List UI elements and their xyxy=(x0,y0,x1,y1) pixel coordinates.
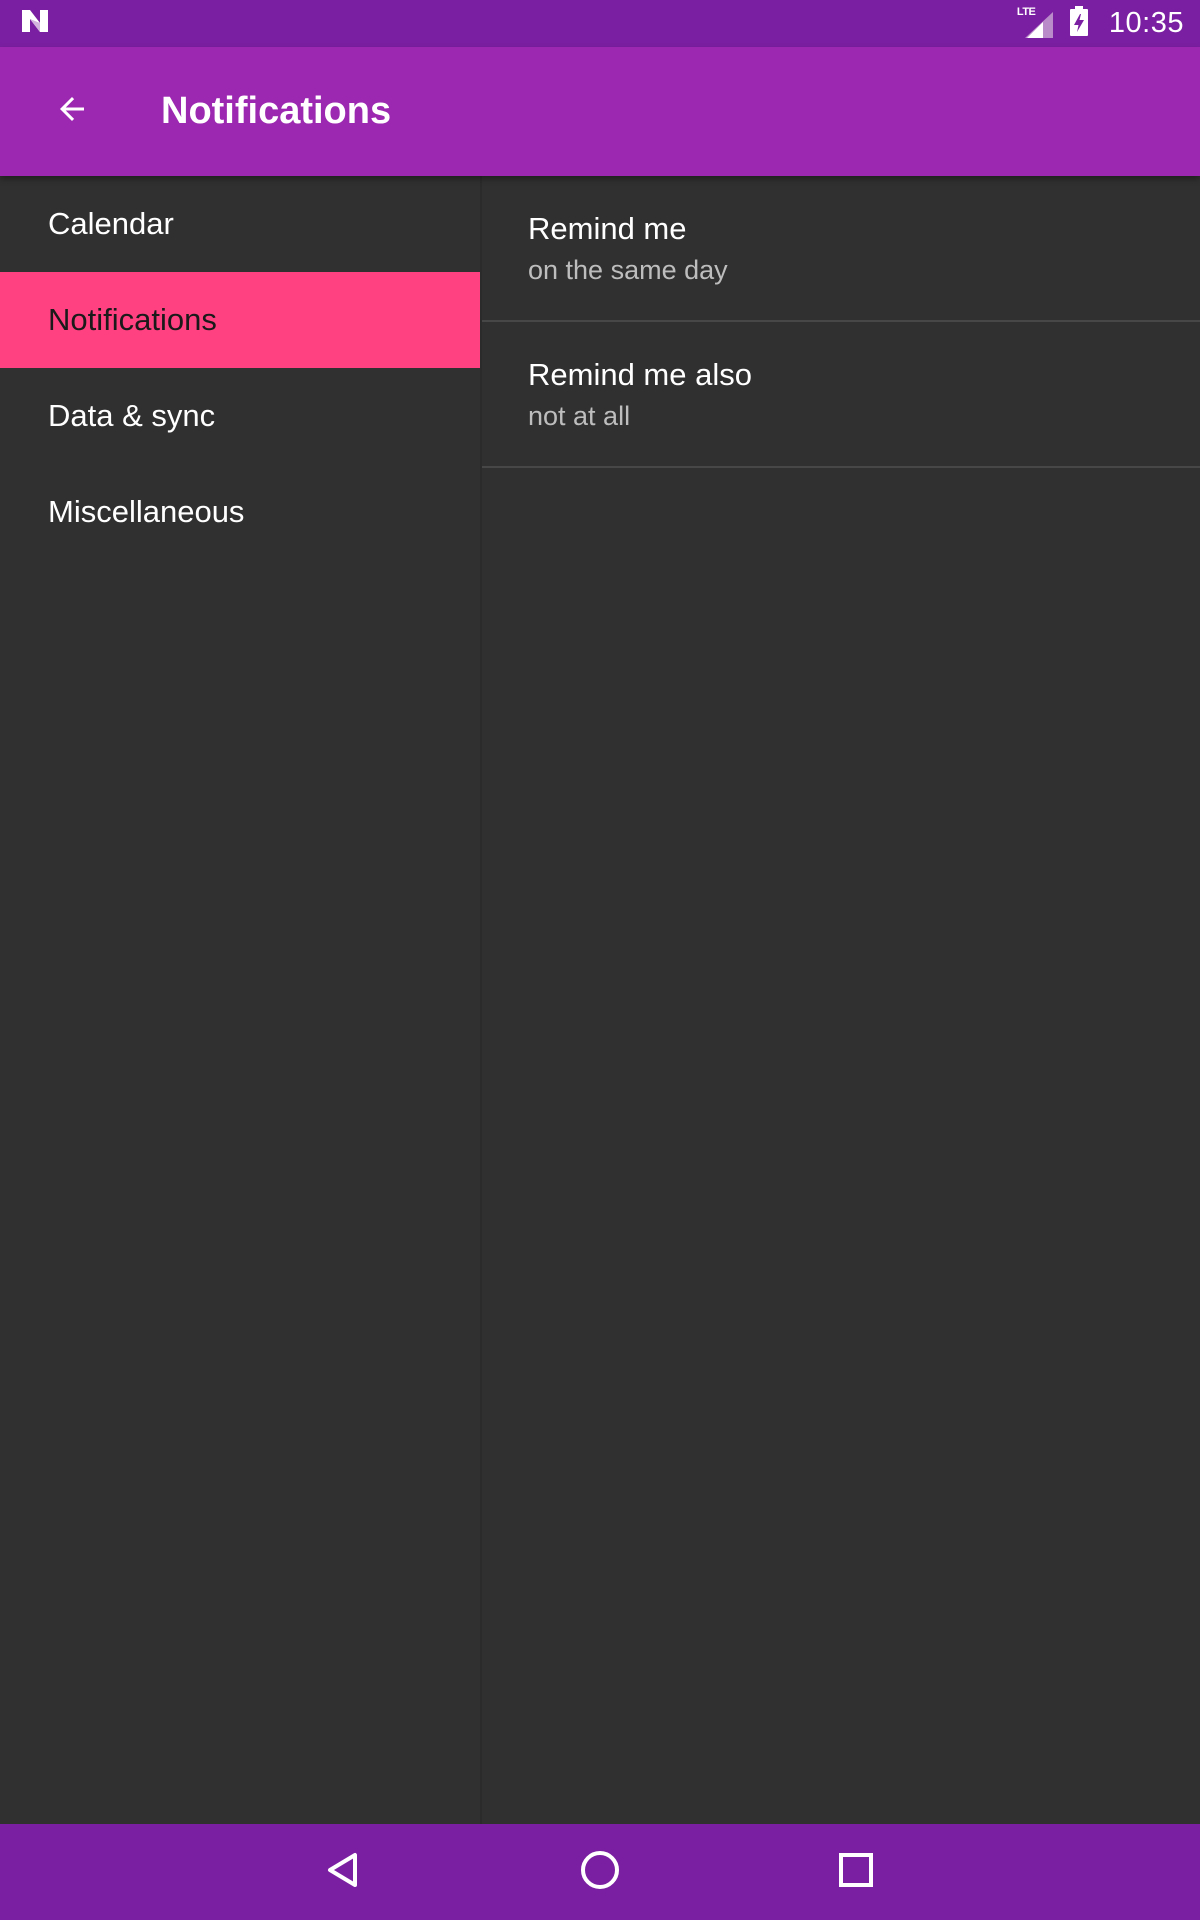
home-circle-icon xyxy=(579,1849,621,1896)
nav-recents-button[interactable] xyxy=(826,1842,886,1902)
arrow-back-icon xyxy=(54,91,90,132)
preferences-pane: Remind me on the same day Remind me also… xyxy=(482,176,1200,1824)
navigation-bar xyxy=(0,1824,1200,1920)
sidebar-item-notifications[interactable]: Notifications xyxy=(0,272,480,368)
page-title: Notifications xyxy=(161,90,392,132)
nav-back-button[interactable] xyxy=(313,1842,373,1902)
sidebar-item-miscellaneous[interactable]: Miscellaneous xyxy=(0,464,480,560)
status-time: 10:35 xyxy=(1108,7,1184,39)
sidebar-item-label: Miscellaneous xyxy=(48,494,245,529)
app-bar: Notifications xyxy=(0,47,1200,176)
screen: LTE 10:35 Notifications Calendar Notific… xyxy=(0,0,1200,1920)
back-triangle-icon xyxy=(323,1850,363,1895)
recents-square-icon xyxy=(837,1851,875,1894)
status-bar: LTE 10:35 xyxy=(0,0,1200,47)
lte-signal-icon: LTE xyxy=(1017,6,1055,40)
sidebar-item-label: Calendar xyxy=(48,206,174,241)
pref-summary: on the same day xyxy=(528,254,728,285)
sidebar-item-label: Notifications xyxy=(48,302,217,337)
pref-summary: not at all xyxy=(528,400,631,431)
pref-remind-me-also[interactable]: Remind me also not at all xyxy=(482,322,1200,468)
sidebar-item-calendar[interactable]: Calendar xyxy=(0,176,480,272)
android-n-icon xyxy=(20,8,50,39)
status-left xyxy=(20,8,1019,39)
sidebar-item-data-sync[interactable]: Data & sync xyxy=(0,368,480,464)
sidebar-item-label: Data & sync xyxy=(48,398,216,433)
status-right: LTE 10:35 xyxy=(1017,6,1184,41)
back-button[interactable] xyxy=(37,77,107,147)
pref-title: Remind me xyxy=(528,210,687,246)
nav-home-button[interactable] xyxy=(570,1842,630,1902)
pref-remind-me[interactable]: Remind me on the same day xyxy=(482,176,1200,322)
sidebar: Calendar Notifications Data & sync Misce… xyxy=(0,176,480,1824)
pref-title: Remind me also xyxy=(528,356,752,392)
battery-charging-icon xyxy=(1069,6,1089,41)
